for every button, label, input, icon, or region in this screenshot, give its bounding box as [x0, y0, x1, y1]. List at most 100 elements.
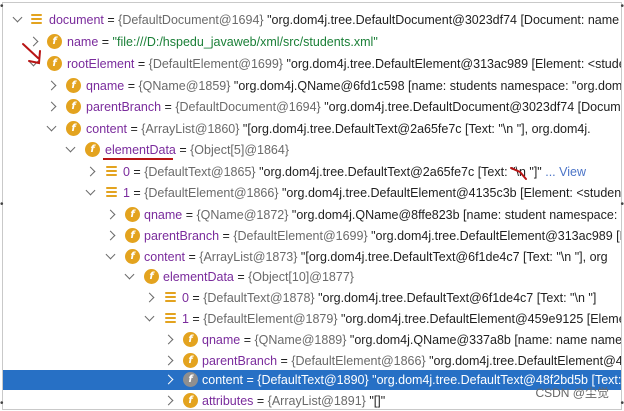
var-value: "[]": [369, 394, 386, 408]
var-name: qname: [86, 79, 125, 93]
tree-row-qname[interactable]: f qname = {QName@1889} "org.dom4j.QName@…: [3, 330, 621, 350]
tree-row-qname[interactable]: f qname = {QName@1872} "org.dom4j.QName@…: [3, 205, 621, 225]
var-name: 1: [123, 186, 130, 200]
expand-arrow-icon[interactable]: [105, 209, 116, 220]
var-name: content: [202, 373, 244, 387]
var-name: qname: [202, 333, 241, 347]
var-value: "org.dom4j.tree.DefaultElement@413: [429, 354, 622, 368]
view-link[interactable]: ... View: [545, 165, 586, 179]
field-icon: f: [183, 332, 198, 347]
var-value: "[org.dom4j.tree.DefaultText@2a65fe7c [T…: [242, 122, 591, 136]
debugger-variables-tree: document = {DefaultDocument@1694} "org.d…: [2, 2, 622, 410]
collapse-arrow-icon[interactable]: [124, 269, 135, 280]
tree-row-elementData[interactable]: f elementData = {Object[5]@1864}: [3, 140, 621, 160]
var-name: content: [86, 122, 128, 136]
resize-handle-icon[interactable]: •: [620, 399, 624, 409]
tree-row-content[interactable]: f content = {ArrayList@1860} "[org.dom4j…: [3, 119, 621, 139]
var-type: {Object[5]@1864}: [190, 143, 289, 157]
var-name: document: [49, 13, 104, 27]
expand-arrow-icon[interactable]: [85, 166, 96, 177]
tree-row-content[interactable]: f content = {ArrayList@1873} "[org.dom4j…: [3, 247, 621, 267]
resize-handle-icon[interactable]: •: [620, 2, 624, 12]
field-icon: f: [66, 121, 81, 136]
collapse-arrow-icon[interactable]: [85, 185, 96, 196]
tree-row-parentBranch[interactable]: f parentBranch = {DefaultElement@1699} "…: [3, 226, 621, 246]
collapse-arrow-icon[interactable]: [46, 121, 57, 132]
var-value: "org.dom4j.QName@337a8b [name: name name…: [349, 333, 622, 347]
var-type: {DefaultElement@1879}: [203, 312, 338, 326]
var-value: "org.dom4j.tree.DefaultElement@4135c3b […: [282, 186, 622, 200]
expand-arrow-icon[interactable]: [105, 230, 116, 241]
var-name: parentBranch: [86, 100, 162, 114]
var-type: {ArrayList@1873}: [199, 250, 298, 264]
expand-arrow-icon[interactable]: [163, 355, 174, 366]
field-icon: f: [85, 142, 100, 157]
field-icon: f: [183, 372, 198, 387]
var-type: {DefaultElement@1866}: [291, 354, 426, 368]
var-type: {QName@1889}: [254, 333, 347, 347]
var-type: {DefaultText@1890}: [257, 373, 369, 387]
var-name: 1: [182, 312, 189, 326]
var-name: 0: [123, 165, 130, 179]
var-type: {DefaultElement@1866}: [144, 186, 279, 200]
collapse-arrow-icon[interactable]: [12, 12, 23, 23]
tree-row-rootElement[interactable]: f rootElement = {DefaultElement@1699} "o…: [3, 54, 621, 74]
expand-arrow-icon[interactable]: [144, 292, 155, 303]
field-icon: f: [66, 99, 81, 114]
tree-row-elementData[interactable]: f elementData = {Object[10]@1877}: [3, 267, 621, 287]
var-type: {QName@1859}: [138, 79, 231, 93]
expand-arrow-icon[interactable]: [163, 334, 174, 345]
var-value: "org.dom4j.tree.DefaultDocument@3023df74…: [267, 13, 622, 27]
tree-row-qname[interactable]: f qname = {QName@1859} "org.dom4j.QName@…: [3, 76, 621, 96]
expand-arrow-icon[interactable]: [46, 80, 57, 91]
field-icon: f: [125, 207, 140, 222]
field-icon: f: [144, 269, 159, 284]
var-type: {QName@1872}: [196, 208, 289, 222]
var-name: rootElement: [67, 57, 135, 71]
resize-handle-icon[interactable]: •: [0, 399, 4, 409]
list-icon: [165, 313, 176, 328]
collapse-arrow-icon[interactable]: [65, 142, 76, 153]
collapse-arrow-icon[interactable]: [105, 249, 116, 260]
var-type: {DefaultDocument@1694}: [175, 100, 321, 114]
tree-row-index-1[interactable]: 1 = {DefaultElement@1879} "org.dom4j.tre…: [3, 309, 621, 329]
tree-row-attributes[interactable]: f attributes = {ArrayList@1891} "[]": [3, 391, 621, 409]
var-name: attributes: [202, 394, 254, 408]
annotation-check-mark: [510, 167, 527, 180]
var-name: parentBranch: [144, 229, 220, 243]
tree-row-parentBranch[interactable]: f parentBranch = {DefaultDocument@1694} …: [3, 97, 621, 117]
expand-arrow-icon[interactable]: [163, 395, 174, 406]
list-icon: [106, 166, 117, 181]
list-icon: [31, 14, 42, 29]
expand-arrow-icon[interactable]: [163, 374, 174, 385]
annotation-underline: [103, 158, 173, 160]
resize-handle-icon[interactable]: •: [0, 200, 4, 210]
tree-row-index-0[interactable]: 0 = {DefaultText@1878} "org.dom4j.tree.D…: [3, 288, 621, 308]
var-value: "file:///D:/hspedu_javaweb/xml/src/stude…: [112, 35, 378, 49]
resize-handle-icon[interactable]: •: [620, 200, 624, 210]
var-value: "org.dom4j.tree.DefaultElement@459e9125 …: [341, 312, 622, 326]
var-type: {DefaultText@1865}: [144, 165, 256, 179]
expand-arrow-icon[interactable]: [46, 101, 57, 112]
var-type: {Object[10]@1877}: [248, 270, 354, 284]
collapse-arrow-icon[interactable]: [144, 311, 155, 322]
list-icon: [106, 187, 117, 202]
field-icon: f: [183, 393, 198, 408]
tree-row-document[interactable]: document = {DefaultDocument@1694} "org.d…: [3, 10, 621, 30]
var-value: "[org.dom4j.tree.DefaultText@6f1de4c7 [T…: [300, 250, 608, 264]
var-name: elementData: [163, 270, 234, 284]
tree-row-index-1[interactable]: 1 = {DefaultElement@1866} "org.dom4j.tre…: [3, 183, 621, 203]
field-icon: f: [47, 34, 62, 49]
tree-row-parentBranch[interactable]: f parentBranch = {DefaultElement@1866} "…: [3, 351, 621, 371]
var-value: "org.dom4j.tree.DefaultElement@313ac989 …: [371, 229, 622, 243]
var-value: "org.dom4j.QName@8ffe823b [name: student…: [291, 208, 622, 222]
var-name: parentBranch: [202, 354, 278, 368]
var-name: qname: [144, 208, 183, 222]
annotation-arrow-mark: [22, 43, 41, 65]
resize-handle-icon[interactable]: •: [0, 2, 4, 12]
watermark: CSDN @尘觉: [535, 386, 609, 400]
var-type: {ArrayList@1891}: [267, 394, 366, 408]
tree-row-name[interactable]: f name = "file:///D:/hspedu_javaweb/xml/…: [3, 32, 621, 52]
var-value: "org.dom4j.tree.DefaultText@6f1de4c7 [Te…: [318, 291, 597, 305]
tree-row-content-selected[interactable]: f content = {DefaultText@1890} "org.dom4…: [3, 370, 621, 390]
